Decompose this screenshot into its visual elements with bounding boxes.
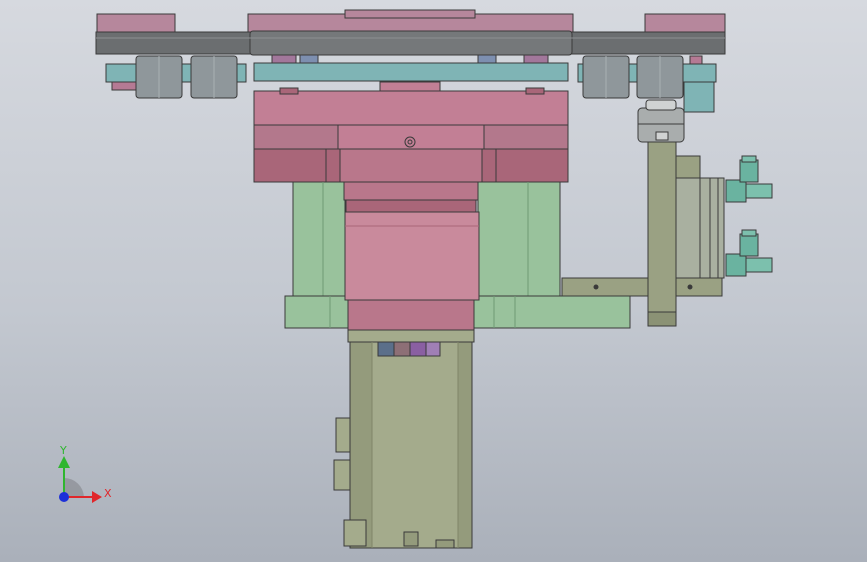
frame-post-left bbox=[292, 181, 346, 297]
top-pad-right bbox=[644, 13, 726, 33]
triad-origin bbox=[59, 492, 69, 502]
top-plate-center-block bbox=[249, 30, 573, 56]
gearbox-bolt bbox=[404, 136, 416, 148]
coordinate-triad: Y X bbox=[58, 444, 112, 503]
olive-post bbox=[647, 139, 677, 327]
x-axis-label: X bbox=[104, 487, 112, 500]
olive-arm bbox=[561, 277, 723, 297]
connector-tag-1 bbox=[377, 341, 395, 357]
motor-flange bbox=[343, 181, 480, 331]
teal-plate-center bbox=[253, 62, 569, 82]
fitting-upper bbox=[725, 179, 747, 203]
y-axis-arrow bbox=[58, 456, 70, 468]
fitting-lower bbox=[725, 253, 747, 277]
connector-tag-2 bbox=[393, 341, 411, 357]
frame-post-right bbox=[477, 181, 561, 297]
coupling-housing bbox=[344, 211, 480, 301]
cad-viewport[interactable]: Y X bbox=[0, 0, 867, 562]
connector-tag-4 bbox=[425, 341, 441, 357]
servo-motor bbox=[333, 329, 475, 549]
assembly-drawing: Y X bbox=[58, 9, 773, 549]
pneumatic-fittings bbox=[725, 155, 773, 277]
x-axis-arrow bbox=[92, 491, 102, 503]
gearbox bbox=[253, 81, 569, 183]
gearbox-upper-housing bbox=[253, 90, 569, 126]
top-pad-center-step bbox=[344, 9, 476, 19]
y-axis-label: Y bbox=[59, 444, 67, 457]
side-bracket bbox=[561, 99, 725, 327]
connector-tag-3 bbox=[409, 341, 427, 357]
top-pad-left bbox=[96, 13, 176, 33]
